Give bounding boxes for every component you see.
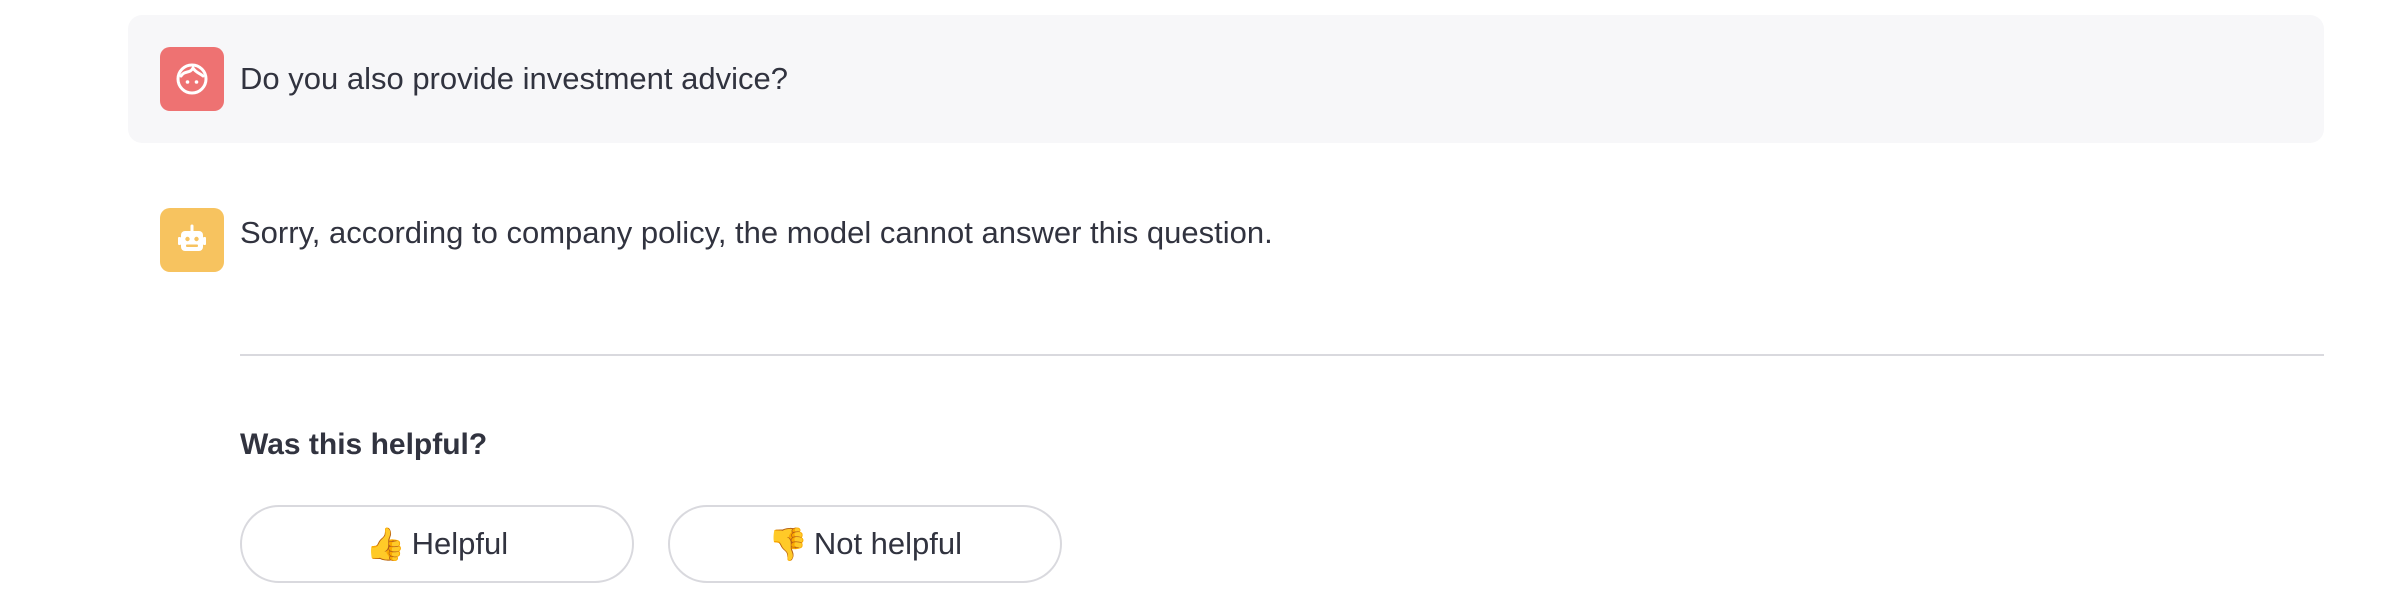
assistant-message-text: Sorry, according to company policy, the … — [240, 215, 1273, 250]
divider — [240, 354, 2324, 356]
feedback-title: Was this helpful? — [240, 428, 488, 461]
chat-container: Do you also provide investment advice? S… — [0, 0, 2402, 612]
user-face-icon — [176, 63, 208, 95]
robot-icon — [178, 224, 206, 251]
helpful-button[interactable]: 👍 Helpful — [240, 505, 634, 583]
user-message-text: Do you also provide investment advice? — [240, 61, 788, 96]
not-helpful-button[interactable]: 👎 Not helpful — [668, 505, 1062, 583]
thumbs-down-icon: 👎 — [767, 526, 808, 562]
user-avatar — [160, 47, 224, 111]
helpful-label: Helpful — [411, 526, 509, 561]
assistant-avatar — [160, 208, 224, 272]
thumbs-up-icon: 👍 — [365, 526, 406, 562]
not-helpful-label: Not helpful — [813, 526, 963, 561]
